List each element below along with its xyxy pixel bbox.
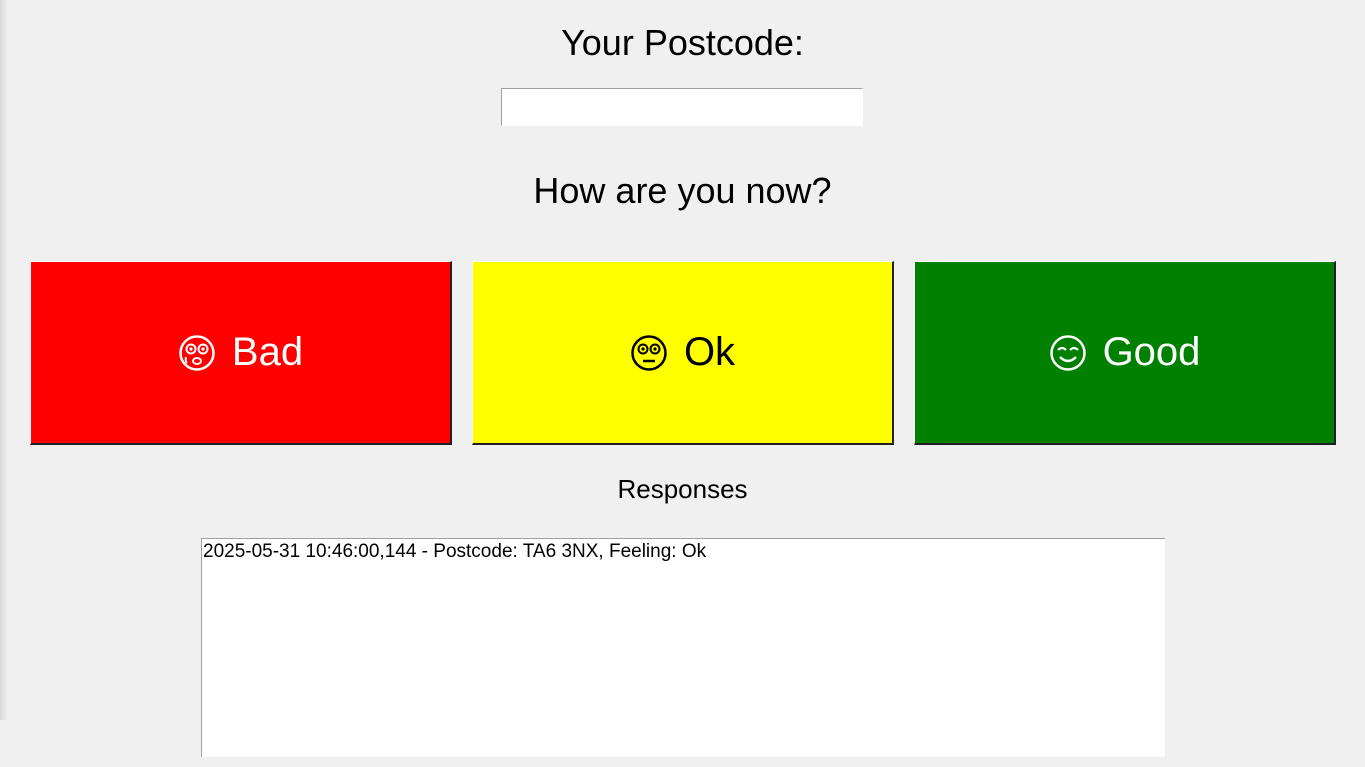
flushed-face-icon xyxy=(178,334,216,372)
neutral-face-icon xyxy=(630,334,668,372)
postcode-label: Your Postcode: xyxy=(561,22,804,63)
responses-log[interactable]: 2025-05-31 10:46:00,144 - Postcode: TA6 … xyxy=(201,538,1165,757)
good-button[interactable]: Good xyxy=(914,261,1336,445)
ok-button[interactable]: Ok xyxy=(472,261,894,445)
postcode-input[interactable] xyxy=(501,88,863,126)
bad-button-label: Bad xyxy=(231,330,304,374)
response-entry: 2025-05-31 10:46:00,144 - Postcode: TA6 … xyxy=(203,541,707,562)
window-edge-shadow xyxy=(0,0,8,720)
app-window: Your Postcode: How are you now? Bad Ok G… xyxy=(0,0,1365,767)
smiling-face-icon xyxy=(1049,334,1087,372)
responses-label: Responses xyxy=(617,474,748,504)
question-heading: How are you now? xyxy=(533,170,832,211)
bad-button[interactable]: Bad xyxy=(30,261,452,445)
good-button-label: Good xyxy=(1102,330,1201,374)
ok-button-label: Ok xyxy=(683,330,736,374)
